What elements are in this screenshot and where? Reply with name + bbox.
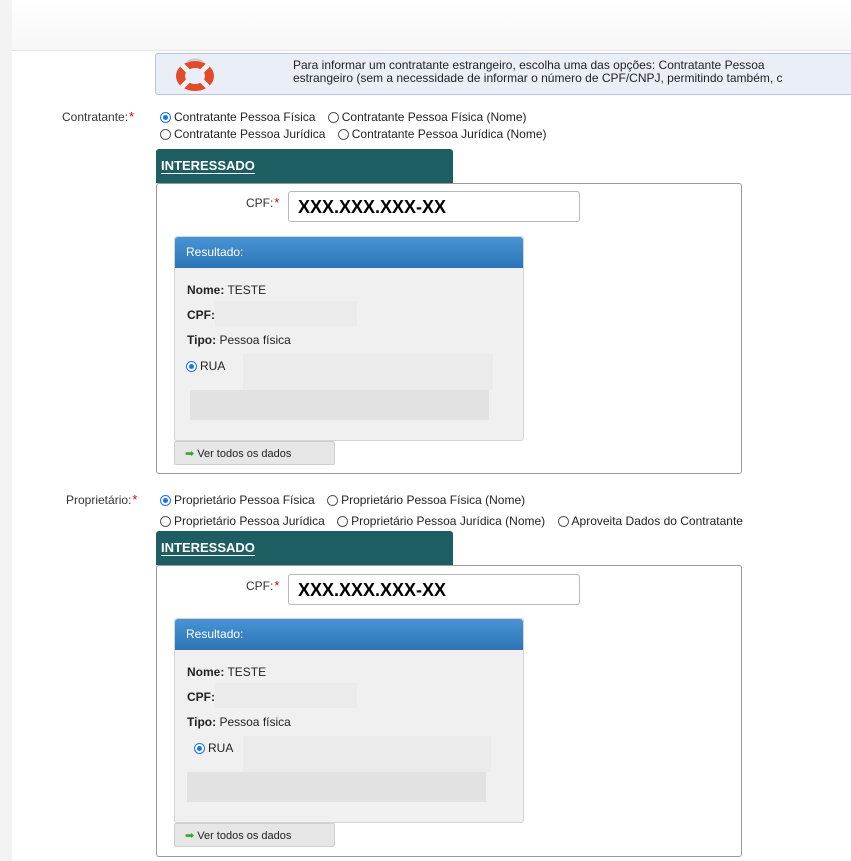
contratante-label: Contratante:* [62,109,134,124]
radio-contratante-pj[interactable]: Contratante Pessoa Jurídica [160,127,325,141]
option-label: Proprietário Pessoa Jurídica [174,514,325,528]
info-banner: Para informar um contratante estrangeiro… [155,53,851,95]
arrow-right-icon: ➡ [185,448,195,460]
redacted-address-2 [190,390,489,420]
radio-selected-icon[interactable] [160,495,171,506]
page: Para informar um contratante estrangeiro… [12,0,851,861]
cpf-input[interactable]: XXX.XXX.XXX-XX [288,191,580,222]
result-tipo: Tipo: Pessoa física [187,715,291,729]
tab-label: INTERESSADO [161,158,255,174]
result-header: Resultado: [175,619,523,650]
required-marker: * [274,578,280,593]
interessado-panel-contratante: CPF:* XXX.XXX.XXX-XX Resultado: Nome: TE… [156,183,742,474]
nome-value: TESTE [227,665,267,679]
lifebuoy-icon [176,58,214,91]
radio-contratante-pf[interactable]: Contratante Pessoa Física [160,110,315,124]
info-line-2: estrangeiro (sem a necessidade de inform… [293,71,783,85]
option-label: Aproveita Dados do Contratante [571,514,743,528]
option-label: Proprietário Pessoa Física [174,493,315,507]
nome-label: Nome: [187,283,225,297]
radio-selected-icon[interactable] [160,112,171,123]
contratante-options-row-1: Contratante Pessoa Física Contratante Pe… [160,110,536,124]
cpf-label: CPF:* [246,578,279,593]
result-box: Resultado: Nome: TESTE CPF: Tipo: Pessoa… [174,236,524,465]
tab-interessado[interactable]: INTERESSADO [156,149,453,183]
cpf-label: CPF:* [246,195,279,210]
required-marker: * [132,492,138,507]
redacted-cpf [215,301,357,326]
nome-value: TESTE [227,283,267,297]
button-label: Ver todos os dados [197,830,292,842]
radio-icon[interactable] [160,129,171,140]
result-box: Resultado: Nome: TESTE CPF: Tipo: Pessoa… [174,618,524,847]
option-label: Contratante Pessoa Jurídica (Nome) [351,127,547,141]
address-option[interactable]: RUA [194,741,233,755]
tipo-label: Tipo: [187,333,217,347]
interessado-panel-proprietario: CPF:* XXX.XXX.XXX-XX Resultado: Nome: TE… [156,565,742,857]
redacted-cpf [215,683,357,708]
result-nome: Nome: TESTE [187,665,266,679]
cpf-label-text: CPF: [246,196,274,210]
result-tipo: Tipo: Pessoa física [187,333,291,347]
cpf-label-text: CPF: [246,579,274,593]
result-nome: Nome: TESTE [187,283,266,297]
radio-icon[interactable] [557,516,569,527]
option-label: Proprietário Pessoa Jurídica (Nome) [351,514,546,528]
address-text: RUA [208,741,234,755]
radio-aproveita-dados[interactable]: Aproveita Dados do Contratante [557,514,743,528]
arrow-right-icon: ➡ [185,830,195,842]
result-header: Resultado: [175,237,523,268]
tipo-value: Pessoa física [219,333,291,347]
radio-contratante-pj-nome[interactable]: Contratante Pessoa Jurídica (Nome) [337,127,547,141]
radio-proprietario-pj[interactable]: Proprietário Pessoa Jurídica [160,514,325,528]
tab-label: INTERESSADO [161,540,255,556]
cpf-result-label: CPF: [187,308,215,322]
radio-contratante-pf-nome[interactable]: Contratante Pessoa Física (Nome) [327,110,527,124]
option-label: Contratante Pessoa Física [174,110,316,124]
radio-icon[interactable] [327,112,339,123]
ver-todos-button[interactable]: ➡ Ver todos os dados [174,441,335,465]
proprietario-options-row-2: Proprietário Pessoa Jurídica Proprietári… [160,514,752,528]
result-cpf: CPF: [187,308,215,322]
radio-proprietario-pf-nome[interactable]: Proprietário Pessoa Física (Nome) [327,493,525,507]
required-marker: * [129,109,135,124]
tipo-value: Pessoa física [219,715,291,729]
radio-proprietario-pf[interactable]: Proprietário Pessoa Física [160,493,315,507]
required-marker: * [274,195,280,210]
radio-icon[interactable] [337,129,349,140]
cpf-result-label: CPF: [187,690,215,704]
button-label: Ver todos os dados [197,448,292,460]
radio-icon[interactable] [327,495,339,506]
proprietario-label: Proprietário:* [66,492,137,507]
radio-icon[interactable] [337,516,349,527]
cpf-input[interactable]: XXX.XXX.XXX-XX [288,574,580,605]
result-cpf: CPF: [187,690,215,704]
contratante-label-text: Contratante: [62,110,129,124]
radio-selected-icon[interactable] [194,743,205,754]
address-text: RUA [200,359,226,373]
tab-interessado[interactable]: INTERESSADO [156,531,453,565]
radio-selected-icon[interactable] [186,361,197,372]
nome-label: Nome: [187,665,225,679]
proprietario-label-text: Proprietário: [66,493,132,507]
redacted-address-2 [187,772,486,802]
proprietario-options-row-1: Proprietário Pessoa Física Proprietário … [160,493,534,507]
ver-todos-button[interactable]: ➡ Ver todos os dados [174,823,335,847]
redacted-address [243,354,493,390]
contratante-options-row-2: Contratante Pessoa Jurídica Contratante … [160,127,556,141]
radio-icon[interactable] [160,516,171,527]
tipo-label: Tipo: [187,715,217,729]
address-option[interactable]: RUA [186,359,225,373]
radio-proprietario-pj-nome[interactable]: Proprietário Pessoa Jurídica (Nome) [337,514,545,528]
option-label: Contratante Pessoa Jurídica [174,127,326,141]
top-band [12,0,851,51]
option-label: Proprietário Pessoa Física (Nome) [341,493,526,507]
redacted-address [243,736,491,772]
option-label: Contratante Pessoa Física (Nome) [341,110,527,124]
